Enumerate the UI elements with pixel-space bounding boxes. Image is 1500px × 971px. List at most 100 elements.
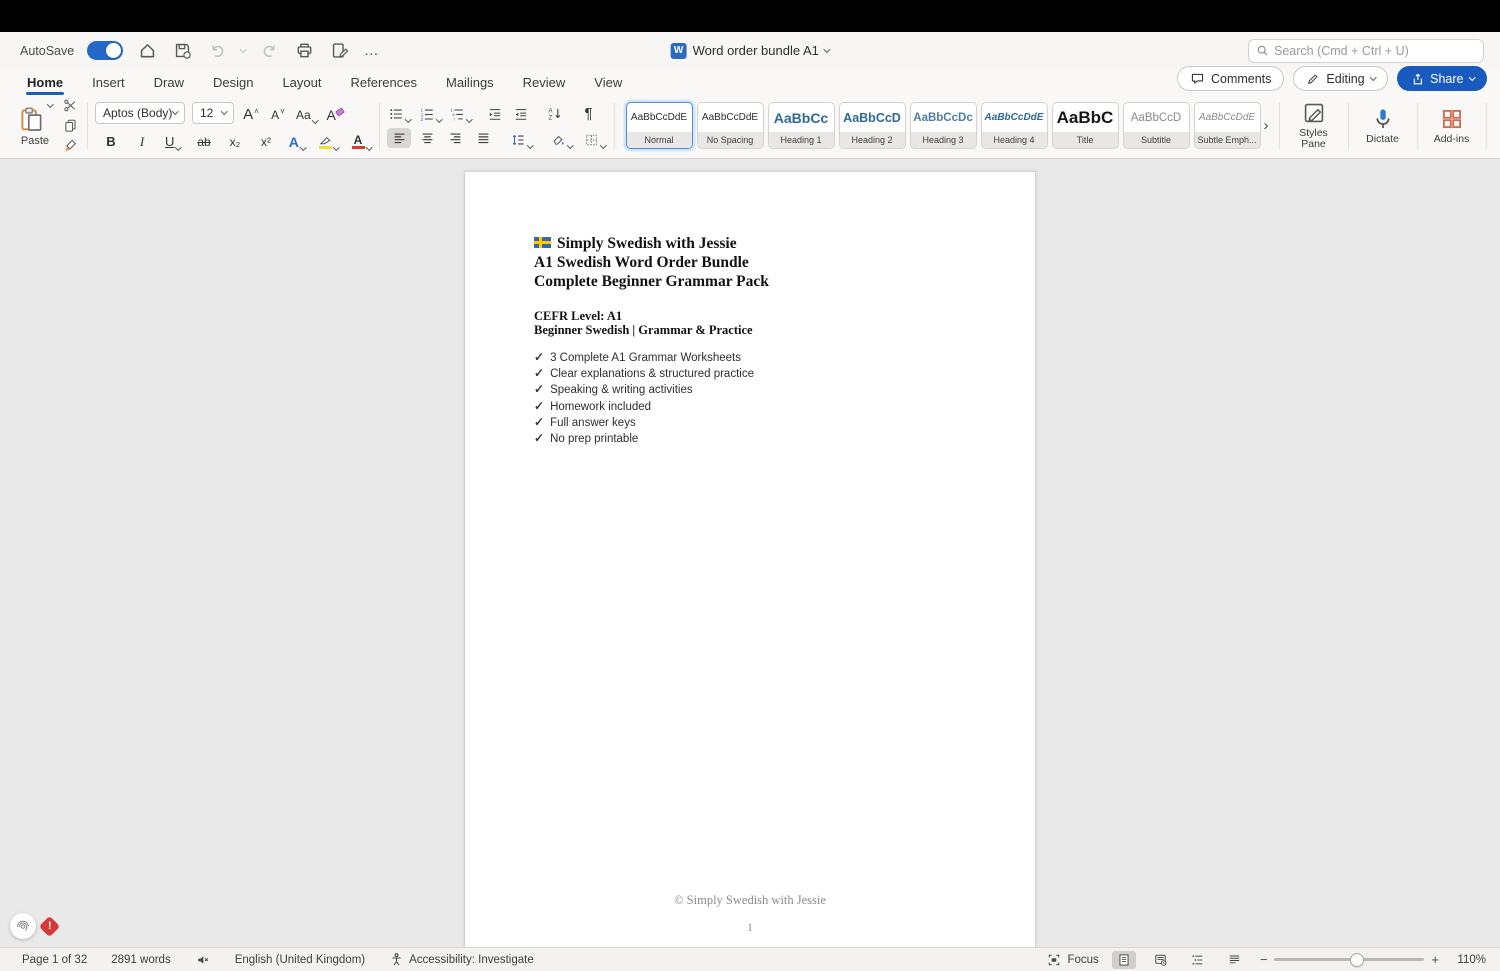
paste-button[interactable]: Paste — [12, 100, 58, 147]
ribbon-tab[interactable]: Draw — [153, 72, 185, 93]
ribbon-tab[interactable]: References — [350, 72, 418, 93]
style-chip[interactable]: AaBbCcDdE Heading 4 — [980, 102, 1048, 149]
ribbon-tab[interactable]: View — [593, 72, 623, 93]
draft-view-button[interactable] — [1223, 951, 1247, 969]
ribbon-home: Paste Aptos (Body) 12 A ˄ A ˅ Aa A B I U… — [0, 95, 1500, 159]
focus-mode-button[interactable]: Focus — [1046, 953, 1099, 967]
print-icon[interactable] — [294, 40, 316, 62]
style-chip[interactable]: AaBbCcDdE Normal — [625, 102, 693, 149]
font-size-select[interactable]: 12 — [192, 102, 234, 124]
font-color-button[interactable]: A — [351, 131, 373, 150]
styles-pane-button[interactable]: Styles Pane — [1287, 101, 1341, 150]
add-ins-button[interactable]: Add-ins — [1425, 107, 1479, 145]
align-right-button[interactable] — [443, 128, 467, 148]
style-chip[interactable]: AaBbCcDdE Subtle Emph... — [1193, 102, 1261, 149]
style-chip[interactable]: AaBbCc Heading 1 — [767, 102, 835, 149]
strikethrough-button[interactable]: ab — [194, 131, 214, 149]
dictate-button[interactable]: Dictate — [1356, 107, 1410, 145]
ribbon-tab[interactable]: Home — [26, 72, 65, 95]
increase-indent-button[interactable] — [511, 103, 531, 121]
italic-button[interactable]: I — [132, 131, 152, 149]
text-effects-button[interactable]: A — [287, 131, 307, 150]
comments-button[interactable]: Comments — [1176, 66, 1285, 91]
style-chip[interactable]: AaBbCcD Heading 2 — [838, 102, 906, 149]
undo-menu-chevron-icon[interactable] — [240, 45, 247, 53]
borders-button[interactable] — [583, 129, 607, 148]
more-commands-icon[interactable]: … — [364, 43, 380, 58]
zoom-slider-knob[interactable] — [1349, 952, 1364, 967]
ribbon-tab[interactable]: Design — [212, 72, 254, 93]
bullets-button[interactable] — [387, 103, 412, 122]
language-indicator[interactable]: English (United Kingdom) — [235, 954, 365, 966]
numbering-button[interactable]: 123 — [418, 103, 443, 122]
grow-font-button[interactable]: A ˄ — [241, 104, 261, 122]
zoom-percentage[interactable]: 110% — [1452, 954, 1486, 966]
show-formatting-button[interactable]: ¶ — [579, 103, 599, 121]
shading-button[interactable] — [550, 129, 574, 148]
justify-button[interactable] — [471, 128, 495, 148]
redo-icon[interactable] — [259, 40, 281, 62]
autosave-toggle[interactable] — [87, 41, 124, 60]
subscript-button[interactable]: x₂ — [225, 131, 245, 149]
zoom-in-button[interactable]: + — [1431, 953, 1439, 966]
web-layout-view-button[interactable] — [1149, 951, 1173, 969]
ribbon-tab[interactable]: Insert — [91, 72, 126, 93]
format-painter-button[interactable] — [60, 138, 80, 154]
accessibility-status[interactable]: Accessibility: Investigate — [389, 952, 534, 967]
multilevel-list-button[interactable]: 1ai — [448, 103, 473, 122]
align-center-button[interactable] — [415, 128, 439, 148]
save-icon[interactable] — [171, 40, 193, 62]
ribbon-tab[interactable]: Layout — [281, 72, 322, 93]
word-count[interactable]: 2891 words — [111, 954, 170, 966]
print-layout-view-button[interactable] — [1111, 950, 1136, 969]
dictation-touch-button[interactable] — [10, 913, 36, 939]
sort-button[interactable]: AZ — [545, 103, 565, 121]
document-title-area[interactable]: W Word order bundle A1 — [670, 42, 831, 59]
ribbon-tab[interactable]: Review — [522, 72, 567, 93]
home-icon[interactable] — [136, 40, 158, 62]
bold-button[interactable]: B — [101, 131, 121, 149]
style-chip[interactable]: AaBbCcDdE No Spacing — [696, 102, 764, 149]
editing-mode-button[interactable]: Editing — [1293, 66, 1389, 91]
clear-formatting-button[interactable]: A — [325, 104, 345, 122]
document-canvas[interactable]: Simply Swedish with Jessie A1 Swedish Wo… — [0, 160, 1500, 947]
undo-icon[interactable] — [206, 40, 228, 62]
document-page[interactable]: Simply Swedish with Jessie A1 Swedish Wo… — [464, 171, 1036, 947]
styles-gallery-more-button[interactable]: › — [1261, 117, 1272, 134]
change-case-button[interactable]: Aa — [295, 104, 319, 123]
font-name-select[interactable]: Aptos (Body) — [95, 102, 185, 124]
read-aloud-muted-button[interactable] — [195, 953, 211, 967]
outline-view-button[interactable] — [1186, 951, 1210, 969]
editor-button[interactable]: Editor — [1494, 107, 1500, 145]
shrink-font-button[interactable]: A ˅ — [268, 104, 288, 122]
decrease-indent-button[interactable] — [485, 103, 505, 121]
zoom-out-button[interactable]: − — [1260, 953, 1268, 966]
shading-bucket-icon — [553, 135, 564, 145]
sort-az-icon: AZ — [548, 109, 560, 121]
cut-button[interactable] — [60, 98, 80, 114]
proofing-alert-icon[interactable]: ! — [38, 915, 61, 937]
checklist-item-text: No prep printable — [550, 433, 639, 446]
style-chip[interactable]: AaBbCcDc Heading 3 — [909, 102, 977, 149]
checklist-item-text: 3 Complete A1 Grammar Worksheets — [550, 352, 741, 364]
align-left-button[interactable] — [387, 128, 411, 148]
underline-button[interactable]: U — [163, 131, 183, 150]
page-indicator[interactable]: Page 1 of 32 — [22, 954, 87, 966]
highlight-button[interactable] — [318, 131, 340, 150]
superscript-button[interactable]: x² — [256, 131, 276, 149]
search-input[interactable] — [1274, 43, 1476, 58]
highlight-pen-icon — [319, 135, 332, 149]
style-chip[interactable]: AaBbCcD Subtitle — [1122, 102, 1190, 149]
share-button[interactable]: Share — [1397, 66, 1487, 91]
line-spacing-button[interactable] — [509, 129, 534, 148]
search-bar[interactable] — [1248, 38, 1484, 63]
increase-indent-icon — [515, 109, 526, 120]
zoom-slider-track[interactable] — [1274, 952, 1425, 967]
format-painter-brush-icon — [64, 139, 76, 152]
zoom-slider[interactable]: − + — [1260, 952, 1439, 967]
document-edit-icon[interactable] — [329, 40, 351, 62]
font-group: Aptos (Body) 12 A ˄ A ˅ Aa A B I U ab x₂ x… — [95, 102, 373, 150]
copy-button[interactable] — [60, 118, 80, 134]
style-chip[interactable]: AaBbC Title — [1051, 102, 1119, 149]
ribbon-tab[interactable]: Mailings — [445, 72, 495, 93]
